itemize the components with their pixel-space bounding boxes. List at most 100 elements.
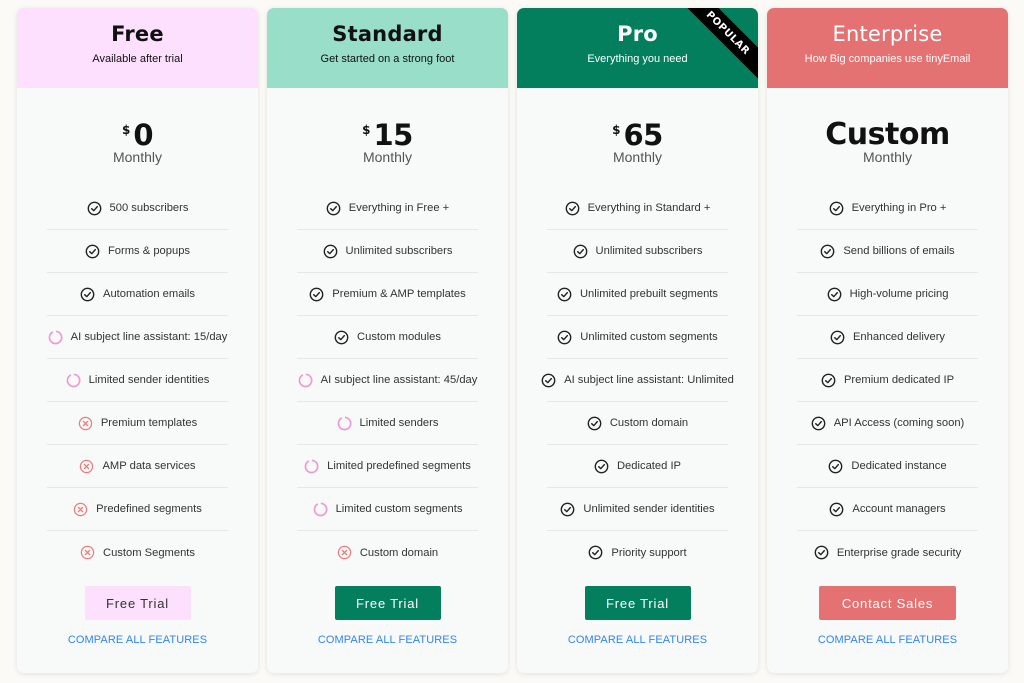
feature-label: API Access (coming soon) (833, 417, 965, 429)
x-circle-icon (79, 459, 94, 474)
price-period: Monthly (862, 149, 913, 165)
feature-label: Automation emails (102, 288, 196, 300)
feature-label: Dedicated IP (616, 460, 682, 472)
feature-label: AI subject line assistant: Unlimited (564, 374, 734, 386)
plan-header: Free Available after trial (17, 8, 258, 88)
feature-label: Custom Segments (102, 546, 196, 559)
feature-item: Custom Segments (47, 531, 228, 574)
feature-item: Dedicated IP (547, 445, 728, 488)
check-circle-icon (334, 330, 349, 345)
x-circle-icon (80, 545, 95, 560)
check-circle-icon (323, 244, 338, 259)
feature-item: Premium & AMP templates (297, 273, 478, 316)
feature-label: Unlimited subscribers (345, 245, 453, 257)
check-circle-icon (541, 373, 556, 388)
feature-label: Limited predefined segments (327, 460, 471, 472)
plan-price: $ 65 (612, 120, 663, 152)
feature-item: Automation emails (47, 273, 228, 316)
feature-item: Everything in Free + (297, 187, 478, 230)
price-period: Monthly (612, 149, 663, 165)
check-circle-icon (326, 201, 341, 216)
check-circle-icon (80, 287, 95, 302)
check-circle-icon (573, 244, 588, 259)
feature-item: Limited custom segments (297, 488, 478, 531)
check-circle-icon (309, 287, 324, 302)
partial-circle-icon (313, 502, 328, 517)
compare-all-features-link[interactable]: COMPARE ALL FEATURES (68, 634, 207, 646)
feature-label: AMP data services (102, 460, 196, 472)
check-circle-icon (827, 287, 842, 302)
feature-item: Limited predefined segments (297, 445, 478, 488)
price-amount: 65 (623, 118, 664, 152)
feature-label: Priority support (611, 546, 687, 559)
plan-card-enterprise: Enterprise How Big companies use tinyEma… (767, 8, 1008, 673)
feature-label: Unlimited subscribers (595, 245, 703, 257)
feature-label: 500 subscribers (109, 202, 189, 214)
contact-sales-button[interactable]: Contact Sales (819, 586, 956, 620)
feature-item: Custom domain (547, 402, 728, 445)
plan-card-standard: Standard Get started on a strong foot $ … (267, 8, 508, 673)
plan-name: Enterprise (832, 22, 943, 46)
feature-item: Premium dedicated IP (797, 359, 978, 402)
compare-all-features-link[interactable]: COMPARE ALL FEATURES (568, 634, 707, 646)
plan-price: $ 15 (362, 120, 413, 152)
check-circle-icon (594, 459, 609, 474)
x-circle-icon (337, 545, 352, 560)
feature-item: Everything in Standard + (547, 187, 728, 230)
partial-circle-icon (337, 416, 352, 431)
check-circle-icon (85, 244, 100, 259)
feature-item: AI subject line assistant: 45/day (297, 359, 478, 402)
feature-label: High-volume pricing (849, 288, 949, 300)
feature-label: Custom domain (359, 546, 439, 559)
feature-label: Everything in Free + (348, 202, 450, 214)
price-amount: 0 (133, 118, 154, 152)
feature-label: Limited senders (359, 417, 439, 429)
feature-item: Send billions of emails (797, 230, 978, 273)
plan-header: Enterprise How Big companies use tinyEma… (767, 8, 1008, 88)
feature-item: Custom domain (297, 531, 478, 574)
popular-ribbon: POPULAR (677, 8, 758, 84)
price-currency: $ (121, 123, 131, 137)
feature-list: Everything in Pro + Send billions of emai… (797, 187, 978, 574)
feature-item: Enterprise grade security (797, 531, 978, 574)
check-circle-icon (829, 201, 844, 216)
feature-label: Everything in Standard + (587, 202, 711, 214)
free-trial-button[interactable]: Free Trial (584, 586, 691, 620)
feature-item: Forms & popups (47, 230, 228, 273)
partial-circle-icon (298, 373, 313, 388)
partial-circle-icon (304, 459, 319, 474)
feature-label: Send billions of emails (843, 245, 955, 257)
feature-label: Dedicated instance (851, 460, 947, 472)
feature-item: Everything in Pro + (797, 187, 978, 230)
feature-item: Unlimited subscribers (297, 230, 478, 273)
free-trial-button[interactable]: Free Trial (334, 586, 441, 620)
feature-item: Premium templates (47, 402, 228, 445)
plan-tagline: How Big companies use tinyEmail (804, 53, 971, 65)
check-circle-icon (587, 416, 602, 431)
feature-item: AMP data services (47, 445, 228, 488)
price-period: Monthly (362, 149, 413, 165)
feature-label: Enhanced delivery (852, 331, 946, 343)
compare-all-features-link[interactable]: COMPARE ALL FEATURES (818, 634, 957, 646)
plan-card-free: Free Available after trial $ 0 Monthly 5… (17, 8, 258, 673)
plan-price: $ 0 (121, 118, 154, 152)
feature-item: AI subject line assistant: 15/day (47, 316, 228, 359)
feature-item: Account managers (797, 488, 978, 531)
plan-header: Pro Everything you need POPULAR (517, 8, 758, 88)
plan-tagline: Available after trial (92, 53, 183, 65)
check-circle-icon (820, 244, 835, 259)
check-circle-icon (814, 545, 829, 560)
feature-label: Premium & AMP templates (332, 288, 466, 300)
plan-price: Custom (825, 120, 950, 152)
feature-label: Everything in Pro + (851, 202, 947, 214)
check-circle-icon (557, 287, 572, 302)
plan-name: Standard (332, 22, 443, 46)
feature-label: Limited sender identities (88, 374, 210, 386)
feature-label: Predefined segments (96, 503, 202, 515)
feature-item: API Access (coming soon) (797, 402, 978, 445)
partial-circle-icon (48, 330, 63, 345)
compare-all-features-link[interactable]: COMPARE ALL FEATURES (318, 634, 457, 646)
check-circle-icon (588, 545, 603, 560)
free-trial-button[interactable]: Free Trial (84, 586, 191, 620)
price-period: Monthly (112, 149, 163, 165)
